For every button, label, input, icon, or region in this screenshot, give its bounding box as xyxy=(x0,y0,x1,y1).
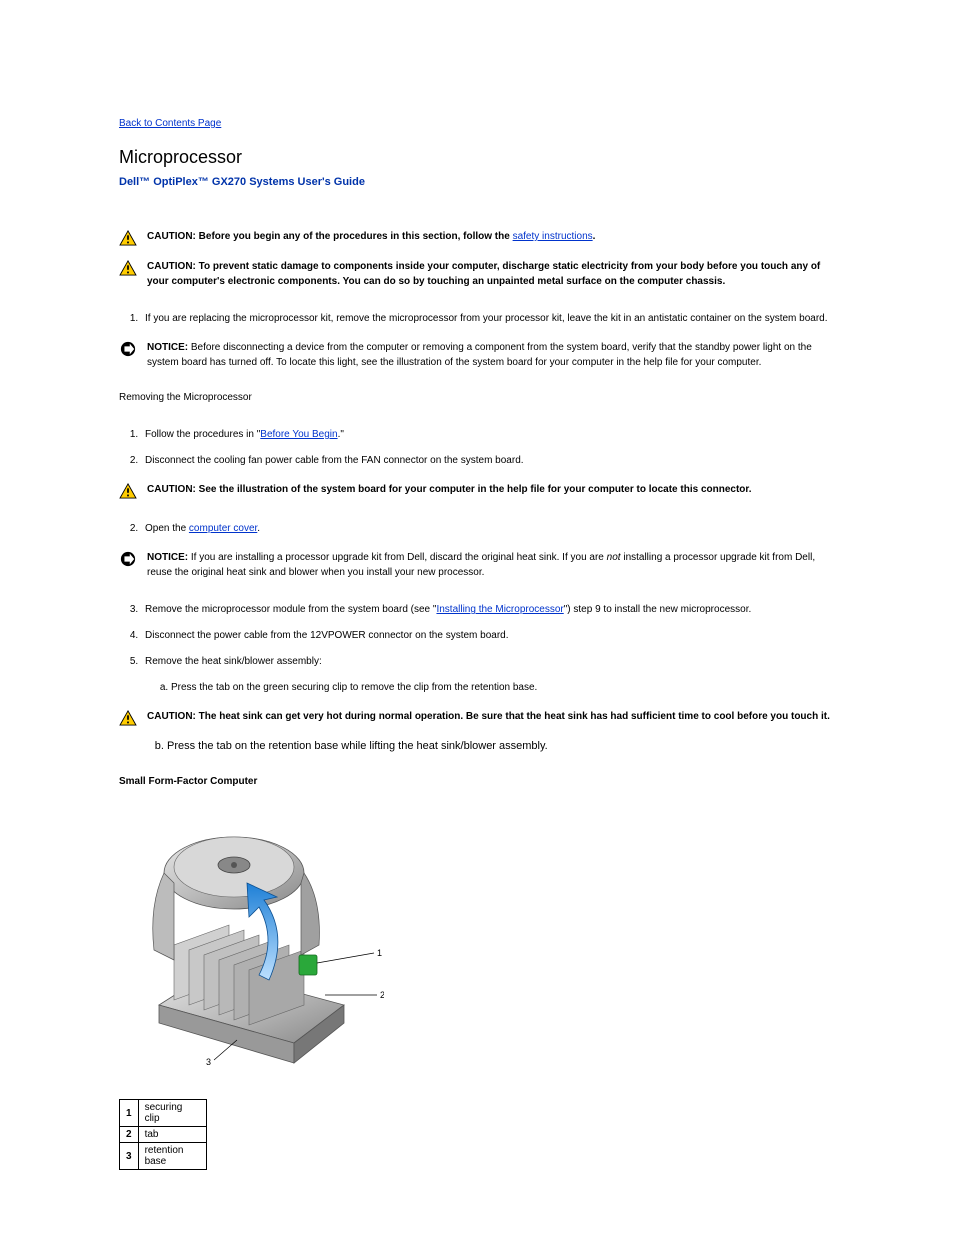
notice-1-strong: NOTICE: xyxy=(147,342,188,353)
step-open-cover: Open the computer cover. xyxy=(141,521,835,537)
callout-label-2: tab xyxy=(138,1127,206,1143)
caution-icon xyxy=(119,260,137,276)
step-rh-text: Remove the heat sink/blower assembly: xyxy=(145,656,322,667)
before-you-begin-link[interactable]: Before You Begin xyxy=(260,429,337,440)
step-list-2: Follow the procedures in "Before You Beg… xyxy=(141,427,835,469)
caution-2-text: CAUTION: To prevent static damage to com… xyxy=(147,260,835,289)
callout-label-1: securing clip xyxy=(138,1100,206,1127)
step-proc-c: ." xyxy=(338,429,344,440)
substeps: Press the tab on the green securing clip… xyxy=(171,680,835,696)
notice-2-text: NOTICE: If you are installing a processo… xyxy=(147,551,835,580)
table-row: 1 securing clip xyxy=(120,1100,207,1127)
caution-1-after: . xyxy=(593,231,596,242)
page-title: Microprocessor xyxy=(119,147,835,168)
step-list-1: If you are replacing the microprocessor … xyxy=(141,311,835,327)
back-to-contents-link[interactable]: Back to Contents Page xyxy=(119,118,835,129)
notice-2: NOTICE: If you are installing a processo… xyxy=(119,551,835,580)
figure-callout-table: 1 securing clip 2 tab 3 retention base xyxy=(119,1099,207,1170)
step-remove-heatsink: Remove the heat sink/blower assembly: Pr… xyxy=(141,654,835,696)
step-disconnect-fan: Disconnect the cooling fan power cable f… xyxy=(141,453,835,469)
notice-1-text: NOTICE: Before disconnecting a device fr… xyxy=(147,341,835,370)
step-disconnect-power: Disconnect the power cable from the 12VP… xyxy=(141,628,835,644)
notice-2-italic: not xyxy=(607,552,621,563)
caution-3: CAUTION: See the illustration of the sys… xyxy=(119,483,835,499)
notice-1-body: Before disconnecting a device from the c… xyxy=(147,342,812,368)
caution-icon xyxy=(119,710,137,726)
callout-num-1: 1 xyxy=(120,1100,139,1127)
installing-microprocessor-link[interactable]: Installing the Microprocessor xyxy=(436,604,563,615)
step-procedures: Follow the procedures in "Before You Beg… xyxy=(141,427,835,443)
caution-3-text: CAUTION: See the illustration of the sys… xyxy=(147,483,835,498)
step-open-lead: Open the xyxy=(145,523,189,534)
subtitle: Dell™ OptiPlex™ GX270 Systems User's Gui… xyxy=(119,176,835,188)
caution-icon xyxy=(119,483,137,499)
step-1: If you are replacing the microprocessor … xyxy=(141,311,835,327)
heatsink-figure: 1 2 3 xyxy=(119,805,384,1070)
svg-text:1: 1 xyxy=(377,948,382,958)
caution-1-strong: CAUTION: Before you begin any of the pro… xyxy=(147,231,513,242)
caution-2-strong: CAUTION: To prevent static damage to com… xyxy=(147,261,820,287)
step-remove-module: Remove the microprocessor module from th… xyxy=(141,602,835,618)
computer-cover-link[interactable]: computer cover xyxy=(189,523,257,534)
safety-instructions-link[interactable]: safety instructions xyxy=(513,231,593,242)
removing-heading: Removing the Microprocessor xyxy=(119,390,835,405)
caution-2: CAUTION: To prevent static damage to com… xyxy=(119,260,835,289)
caution-3-strong: CAUTION: See the illustration of the sys… xyxy=(147,484,752,495)
caution-4-strong: CAUTION: The heat sink can get very hot … xyxy=(147,711,830,722)
substep-a: Press the tab on the green securing clip… xyxy=(171,680,835,696)
callout-num-3: 3 xyxy=(120,1143,139,1170)
caution-4-text: CAUTION: The heat sink can get very hot … xyxy=(147,710,835,725)
notice-2-strong: NOTICE: xyxy=(147,552,188,563)
notice-2-before: If you are installing a processor upgrad… xyxy=(188,552,607,563)
step-open-after: . xyxy=(257,523,260,534)
caution-1-text: CAUTION: Before you begin any of the pro… xyxy=(147,230,835,245)
step-rm-after: ") step 9 to install the new microproces… xyxy=(564,604,752,615)
step-list-3: Open the computer cover. xyxy=(141,521,835,537)
step-proc-a: Follow the procedures in " xyxy=(145,429,260,440)
svg-text:2: 2 xyxy=(380,990,384,1000)
caution-1: CAUTION: Before you begin any of the pro… xyxy=(119,230,835,246)
section-label: Small Form-Factor Computer xyxy=(119,776,835,787)
table-row: 2 tab xyxy=(120,1127,207,1143)
substep-b: Press the tab on the retention base whil… xyxy=(167,740,835,752)
notice-icon xyxy=(119,551,137,567)
substeps-2: Press the tab on the retention base whil… xyxy=(167,740,835,752)
callout-num-2: 2 xyxy=(120,1127,139,1143)
notice-icon xyxy=(119,341,137,357)
svg-text:3: 3 xyxy=(206,1057,211,1067)
caution-icon xyxy=(119,230,137,246)
notice-1: NOTICE: Before disconnecting a device fr… xyxy=(119,341,835,370)
callout-label-3: retention base xyxy=(138,1143,206,1170)
step-list-4: Remove the microprocessor module from th… xyxy=(141,602,835,696)
table-row: 3 retention base xyxy=(120,1143,207,1170)
step-rm-before: Remove the microprocessor module from th… xyxy=(145,604,436,615)
caution-4: CAUTION: The heat sink can get very hot … xyxy=(119,710,835,726)
